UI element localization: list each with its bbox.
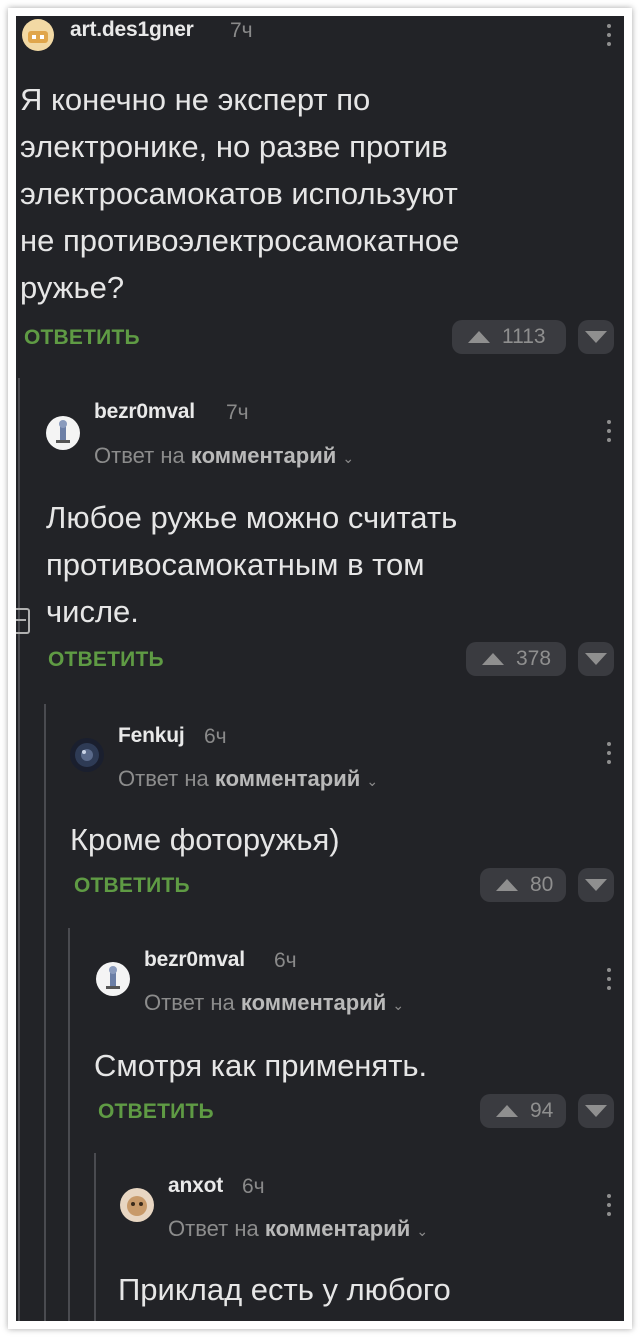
upvote-arrow-icon <box>468 331 490 343</box>
reply-button[interactable]: ОТВЕТИТЬ <box>74 874 190 898</box>
comment-body: Я конечно не эксперт по электронике, но … <box>20 76 459 311</box>
vote-count: 94 <box>530 1099 554 1122</box>
comment-body: Любое ружье можно считать противосамокат… <box>46 494 457 635</box>
upvote-button[interactable]: 378 <box>466 642 566 676</box>
chevron-down-icon[interactable]: ⌄ <box>342 450 354 466</box>
comment-time: 7ч <box>226 401 249 424</box>
comment-body: Приклад есть у любого <box>118 1266 451 1313</box>
more-vertical-icon[interactable] <box>606 24 612 46</box>
reply-to-target[interactable]: комментарий <box>191 443 336 468</box>
more-vertical-icon[interactable] <box>606 420 612 442</box>
reply-to-link[interactable]: Ответ на комментарий ⌄ <box>94 443 354 469</box>
reply-to-target[interactable]: комментарий <box>241 990 386 1015</box>
comment-username[interactable]: art.des1gner <box>70 18 194 42</box>
comment-username[interactable]: Fenkuj <box>118 724 185 748</box>
comment-body-line: не противоэлектросамокатное <box>20 223 460 258</box>
upvote-arrow-icon <box>496 879 518 891</box>
comment-time: 6ч <box>274 949 297 972</box>
downvote-button[interactable] <box>578 642 614 676</box>
downvote-button[interactable] <box>578 868 614 902</box>
comment-username[interactable]: anxot <box>168 1174 223 1198</box>
comment-body-line: числе. <box>46 594 139 629</box>
chevron-down-icon[interactable]: ⌄ <box>416 1223 428 1239</box>
reply-to-prefix: Ответ на <box>144 990 235 1015</box>
comment-body-line: Смотря как применять. <box>94 1048 428 1083</box>
comment-body-line: противосамокатным в том <box>46 547 425 582</box>
comment-username[interactable]: bezr0mval <box>144 948 245 972</box>
reply-to-prefix: Ответ на <box>94 443 185 468</box>
chevron-down-icon[interactable]: ⌄ <box>366 773 378 789</box>
vote-count: 378 <box>516 647 552 670</box>
upvote-button[interactable]: 94 <box>480 1094 566 1128</box>
avatar[interactable] <box>70 738 104 772</box>
comment-time: 7ч <box>230 19 253 42</box>
thread-line[interactable] <box>18 378 20 1321</box>
avatar[interactable] <box>120 1188 154 1222</box>
comments-thread: art.des1gner 7ч Я конечно не эксперт по … <box>16 16 624 1321</box>
avatar[interactable] <box>96 962 130 996</box>
upvote-button[interactable]: 80 <box>480 868 566 902</box>
comment-body-line: Приклад есть у любого <box>118 1272 451 1307</box>
reply-button[interactable]: ОТВЕТИТЬ <box>98 1100 214 1124</box>
comment-body: Смотря как применять. <box>94 1042 427 1089</box>
reply-to-link[interactable]: Ответ на комментарий ⌄ <box>168 1216 428 1242</box>
comment-body-line: ружье? <box>20 270 125 305</box>
avatar[interactable] <box>22 19 54 51</box>
comment-body-line: Любое ружье можно считать <box>46 500 458 535</box>
thread-line[interactable] <box>44 704 46 1321</box>
reply-to-prefix: Ответ на <box>118 766 209 791</box>
comment-username[interactable]: bezr0mval <box>94 400 195 424</box>
comment-body-line: Я конечно не эксперт по <box>20 82 371 117</box>
reply-to-target[interactable]: комментарий <box>215 766 360 791</box>
more-vertical-icon[interactable] <box>606 1194 612 1216</box>
reply-to-link[interactable]: Ответ на комментарий ⌄ <box>118 766 378 792</box>
vote-count: 80 <box>530 873 554 896</box>
reply-to-prefix: Ответ на <box>168 1216 259 1241</box>
downvote-arrow-icon <box>585 1105 607 1117</box>
downvote-arrow-icon <box>585 331 607 343</box>
downvote-button[interactable] <box>578 1094 614 1128</box>
comment-time: 6ч <box>242 1175 265 1198</box>
reply-to-link[interactable]: Ответ на комментарий ⌄ <box>144 990 404 1016</box>
reply-button[interactable]: ОТВЕТИТЬ <box>48 648 164 672</box>
downvote-arrow-icon <box>585 653 607 665</box>
upvote-arrow-icon <box>496 1105 518 1117</box>
reply-button[interactable]: ОТВЕТИТЬ <box>24 326 140 350</box>
more-vertical-icon[interactable] <box>606 742 612 764</box>
thread-line[interactable] <box>94 1153 96 1321</box>
thread-line[interactable] <box>68 928 70 1321</box>
reply-to-target[interactable]: комментарий <box>265 1216 410 1241</box>
comment-time: 6ч <box>204 725 227 748</box>
upvote-arrow-icon <box>482 653 504 665</box>
comment-body: Кроме фоторужья) <box>70 816 340 863</box>
collapse-thread-icon[interactable] <box>16 608 30 634</box>
comment-body-line: электросамокатов используют <box>20 176 458 211</box>
upvote-button[interactable]: 1113 <box>452 320 566 354</box>
comment-body-line: электронике, но разве против <box>20 129 448 164</box>
downvote-arrow-icon <box>585 879 607 891</box>
downvote-button[interactable] <box>578 320 614 354</box>
more-vertical-icon[interactable] <box>606 968 612 990</box>
chevron-down-icon[interactable]: ⌄ <box>392 997 404 1013</box>
comment-body-line: Кроме фоторужья) <box>70 822 340 857</box>
vote-count: 1113 <box>502 325 546 348</box>
avatar[interactable] <box>46 416 80 450</box>
